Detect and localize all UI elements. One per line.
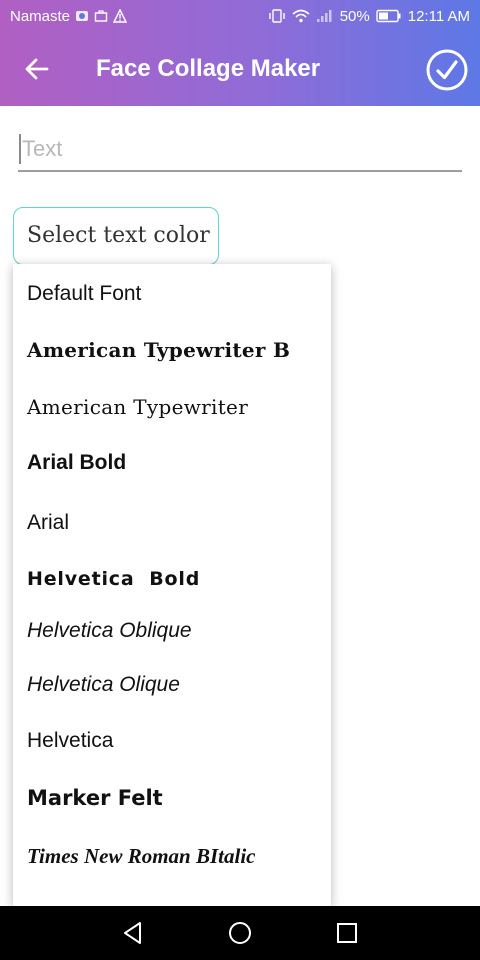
font-option-default[interactable]: Default Font [27,282,141,306]
font-option-helvetica-oblique[interactable]: Helvetica Oblique [27,619,192,643]
text-input[interactable] [22,134,452,164]
font-option-helvetica-olique[interactable]: Helvetica Olique [27,673,180,697]
check-circle-icon[interactable] [426,49,468,91]
font-option-times-new-roman-bitalic[interactable]: Times New Roman BItalic [27,844,255,869]
arrow-left-icon[interactable] [20,52,54,86]
vibrate-icon [269,9,285,23]
font-dropdown: Default Font American Typewriter B Ameri… [13,264,331,906]
home-circle-icon[interactable] [226,919,254,947]
app-bar: Face Collage Maker [0,32,480,106]
text-field [18,128,462,172]
font-option-american-typewriter-bold[interactable]: American Typewriter B [27,338,290,362]
status-bar-left: Namaste [10,0,128,32]
navigation-bar [0,906,480,960]
carrier-label: Namaste [10,7,71,25]
battery-icon [376,9,401,23]
select-text-color-button[interactable]: Select text color [13,207,219,265]
battery-percent: 50% [339,7,370,25]
clock: 12:11 AM [407,7,470,25]
recents-square-icon[interactable] [333,919,361,947]
notification-icon [76,11,89,21]
warning-icon [113,9,128,23]
font-option-helvetica[interactable]: Helvetica [27,729,113,753]
font-option-helvetica-bold[interactable]: Helvetica Bold [27,568,200,590]
font-option-arial-bold[interactable]: Arial Bold [27,451,126,475]
font-option-american-typewriter[interactable]: American Typewriter [27,395,248,419]
briefcase-icon [94,10,108,22]
app-title: Face Collage Maker [96,55,321,82]
status-bar-right: 50% 12:11 AM [268,0,470,32]
font-option-arial[interactable]: Arial [27,511,69,535]
wifi-icon [292,9,310,23]
signal-icon [316,10,332,22]
text-caret [19,134,21,164]
status-bar: Namaste 50% 12:11 AM [0,0,480,32]
back-triangle-icon[interactable] [119,919,147,947]
font-option-marker-felt[interactable]: Marker Felt [27,786,163,810]
